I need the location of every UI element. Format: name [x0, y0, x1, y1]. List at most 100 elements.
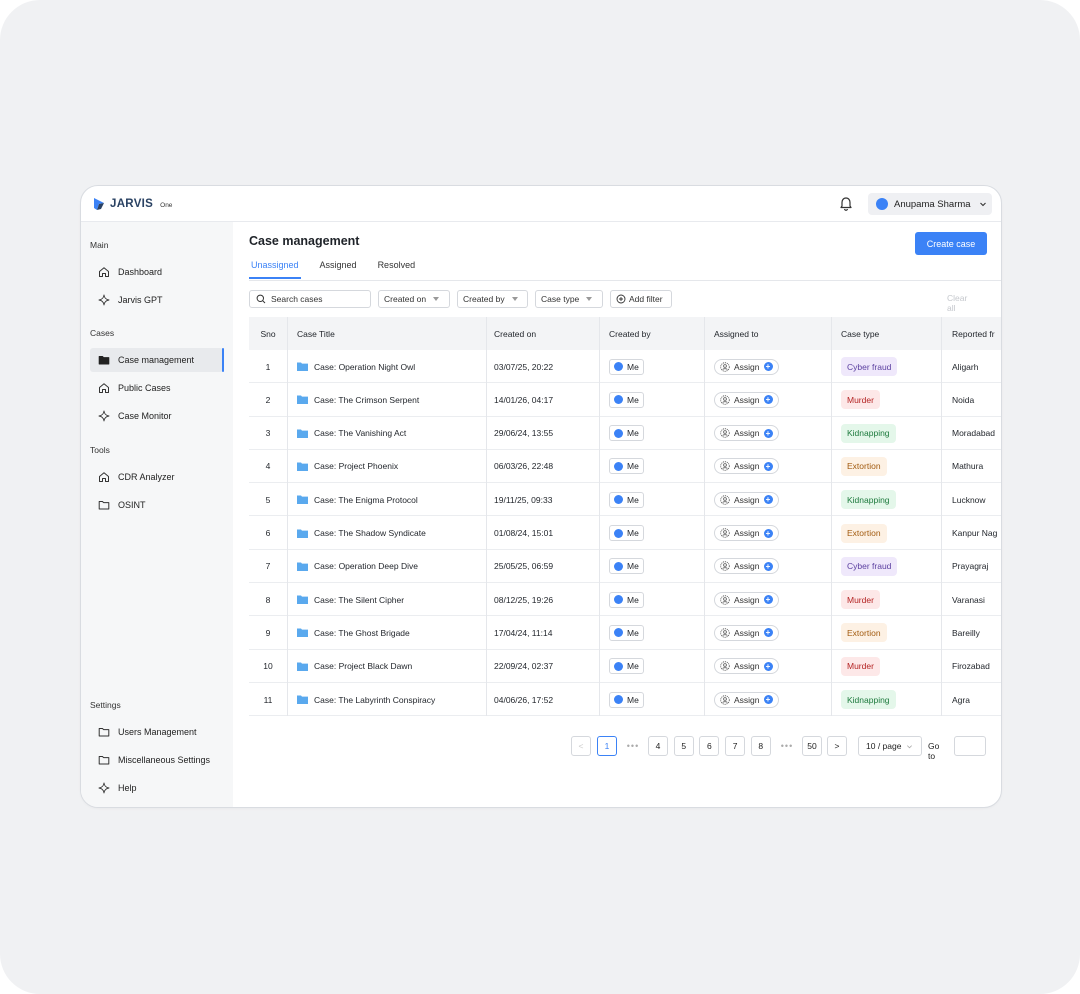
assign-button[interactable]: Assign +: [714, 458, 779, 475]
assign-button[interactable]: Assign +: [714, 491, 779, 508]
page-button-4[interactable]: 4: [648, 736, 668, 756]
column-header[interactable]: Sno: [249, 317, 287, 350]
assign-button[interactable]: Assign +: [714, 658, 779, 675]
sidebar-item-dashboard[interactable]: Dashboard: [90, 260, 223, 284]
sparkle-icon: [98, 782, 110, 794]
row-case-title[interactable]: Case: The Silent Cipher: [297, 583, 404, 616]
sidebar-item-help[interactable]: Help: [90, 776, 223, 800]
table-row[interactable]: 5 Case: The Enigma Protocol 19/11/25, 09:3…: [249, 483, 1001, 517]
user-chip[interactable]: Me: [609, 358, 644, 375]
assign-button[interactable]: Assign +: [714, 558, 779, 575]
plus-icon: +: [763, 428, 773, 438]
column-header[interactable]: Reported fr: [952, 317, 995, 350]
pagination-ellipsis[interactable]: •••: [623, 736, 643, 756]
user-chip[interactable]: Me: [609, 591, 644, 608]
assign-button[interactable]: Assign +: [714, 391, 779, 408]
table-row[interactable]: 6 Case: The Shadow Syndicate 01/08/24, 15:…: [249, 517, 1001, 550]
pagination-ellipsis[interactable]: •••: [777, 736, 797, 756]
row-case-title[interactable]: Case: Operation Night Owl: [297, 350, 415, 383]
assign-button[interactable]: Assign +: [714, 525, 779, 541]
table-row[interactable]: 9 Case: The Ghost Brigade 17/04/24, 11:14 M…: [249, 616, 1001, 650]
row-case-title[interactable]: Case: The Crimson Serpent: [297, 383, 419, 416]
table-row[interactable]: 10 Case: Project Black Dawn 22/09/24, 02:3…: [249, 650, 1001, 683]
sidebar-item-users-management[interactable]: Users Management: [90, 720, 223, 744]
sidebar-item-case-management[interactable]: Case management: [90, 348, 224, 372]
page-size-select[interactable]: 10 / page: [858, 736, 922, 756]
user-chip[interactable]: Me: [609, 658, 644, 675]
table-row[interactable]: 7 Case: Operation Deep Dive 25/05/25, 06:5…: [249, 550, 1001, 584]
prev-page-button[interactable]: <: [571, 736, 591, 756]
tab-resolved[interactable]: Resolved: [376, 260, 418, 276]
user-chip[interactable]: Me: [609, 525, 644, 541]
sidebar-item-case-monitor[interactable]: Case Monitor: [90, 404, 223, 428]
page-button-6[interactable]: 6: [699, 736, 720, 756]
case-type-tag: Extortion: [841, 456, 887, 476]
row-created-by: Me: [609, 417, 644, 450]
notification-bell-icon[interactable]: [838, 196, 854, 212]
row-case-title[interactable]: Case: The Vanishing Act: [297, 417, 406, 450]
filter-created-by[interactable]: Created by: [457, 290, 528, 308]
assign-button[interactable]: Assign +: [714, 358, 779, 375]
table-row[interactable]: 8 Case: The Silent Cipher 08/12/25, 19:26 M…: [249, 583, 1001, 617]
column-header[interactable]: Case Title: [297, 317, 335, 350]
user-chip[interactable]: Me: [609, 491, 644, 508]
page-button-5[interactable]: 5: [673, 736, 694, 756]
table-row[interactable]: 3 Case: The Vanishing Act 29/06/24, 13:55 M…: [249, 417, 1001, 450]
user-chip[interactable]: Me: [609, 458, 644, 475]
clear-all-link[interactable]: Clear all: [947, 293, 967, 313]
create-case-button[interactable]: Create case: [915, 232, 987, 255]
user-chip[interactable]: Me: [609, 391, 644, 408]
tab-unassigned[interactable]: Unassigned: [249, 260, 301, 279]
row-case-title[interactable]: Case: The Shadow Syndicate: [297, 517, 426, 550]
filter-created-on[interactable]: Created on: [378, 290, 450, 308]
sidebar-item-cdr-analyzer[interactable]: CDR Analyzer: [90, 465, 223, 489]
row-case-type: Extortion: [841, 616, 887, 649]
search-input[interactable]: Search cases: [249, 290, 371, 308]
column-header[interactable]: Case type: [841, 317, 879, 350]
add-filter-button[interactable]: Add filter: [610, 290, 672, 308]
next-page-button[interactable]: >: [827, 736, 847, 756]
tab-assigned[interactable]: Assigned: [318, 260, 359, 276]
column-header[interactable]: Created on: [494, 317, 536, 350]
row-assigned-to: Assign +: [714, 483, 779, 516]
assign-button[interactable]: Assign +: [714, 425, 779, 442]
user-chip[interactable]: Me: [609, 558, 644, 575]
sidebar-item-public-cases[interactable]: Public Cases: [90, 376, 223, 400]
assign-button[interactable]: Assign +: [714, 691, 779, 708]
column-header[interactable]: Assigned to: [714, 317, 758, 350]
page-button-50[interactable]: 50: [802, 736, 822, 756]
sidebar-item-osint[interactable]: OSINT: [90, 493, 223, 517]
user-chip[interactable]: Me: [609, 624, 644, 641]
user-menu-button[interactable]: Anupama Sharma: [868, 193, 992, 215]
row-case-title[interactable]: Case: The Labyrinth Conspiracy: [297, 683, 435, 716]
sidebar-item-jarvis-gpt[interactable]: Jarvis GPT: [90, 288, 223, 312]
app-logo[interactable]: JARVIS One: [92, 197, 172, 211]
column-header[interactable]: Created by: [609, 317, 651, 350]
avatar: [614, 495, 623, 505]
table-row[interactable]: 11 Case: The Labyrinth Conspiracy 04/06/26…: [249, 683, 1001, 717]
page-button-7[interactable]: 7: [725, 736, 746, 756]
filter-case-type[interactable]: Case type: [535, 290, 603, 308]
assign-button[interactable]: Assign +: [714, 624, 779, 641]
table-row[interactable]: 2 Case: The Crimson Serpent 14/01/26, 04:1…: [249, 383, 1001, 417]
row-case-title[interactable]: Case: The Ghost Brigade: [297, 616, 410, 649]
row-case-title[interactable]: Case: The Enigma Protocol: [297, 483, 418, 516]
goto-page-input[interactable]: [954, 736, 986, 756]
page-button-8[interactable]: 8: [750, 736, 771, 756]
user-chip[interactable]: Me: [609, 691, 644, 708]
row-case-title[interactable]: Case: Project Phoenix: [297, 450, 398, 483]
page-button-1[interactable]: 1: [597, 736, 617, 756]
avatar: [614, 595, 623, 605]
assign-button[interactable]: Assign +: [714, 591, 779, 608]
row-created-by: Me: [609, 650, 644, 683]
row-case-title[interactable]: Case: Project Black Dawn: [297, 650, 412, 683]
folder-icon: [297, 429, 308, 438]
user-chip[interactable]: Me: [609, 425, 644, 442]
row-case-title[interactable]: Case: Operation Deep Dive: [297, 550, 418, 583]
goto-label: Go to: [928, 741, 940, 761]
main-content: Case management Create case Unassigned A…: [233, 222, 1001, 807]
table-row[interactable]: 4 Case: Project Phoenix 06/03/26, 22:48 Me A…: [249, 450, 1001, 484]
sidebar-item-miscellaneous-settings[interactable]: Miscellaneous Settings: [90, 748, 223, 772]
table-row[interactable]: 1 Case: Operation Night Owl 03/07/25, 20:2…: [249, 350, 1001, 384]
user-chip-label: Me: [627, 661, 639, 672]
